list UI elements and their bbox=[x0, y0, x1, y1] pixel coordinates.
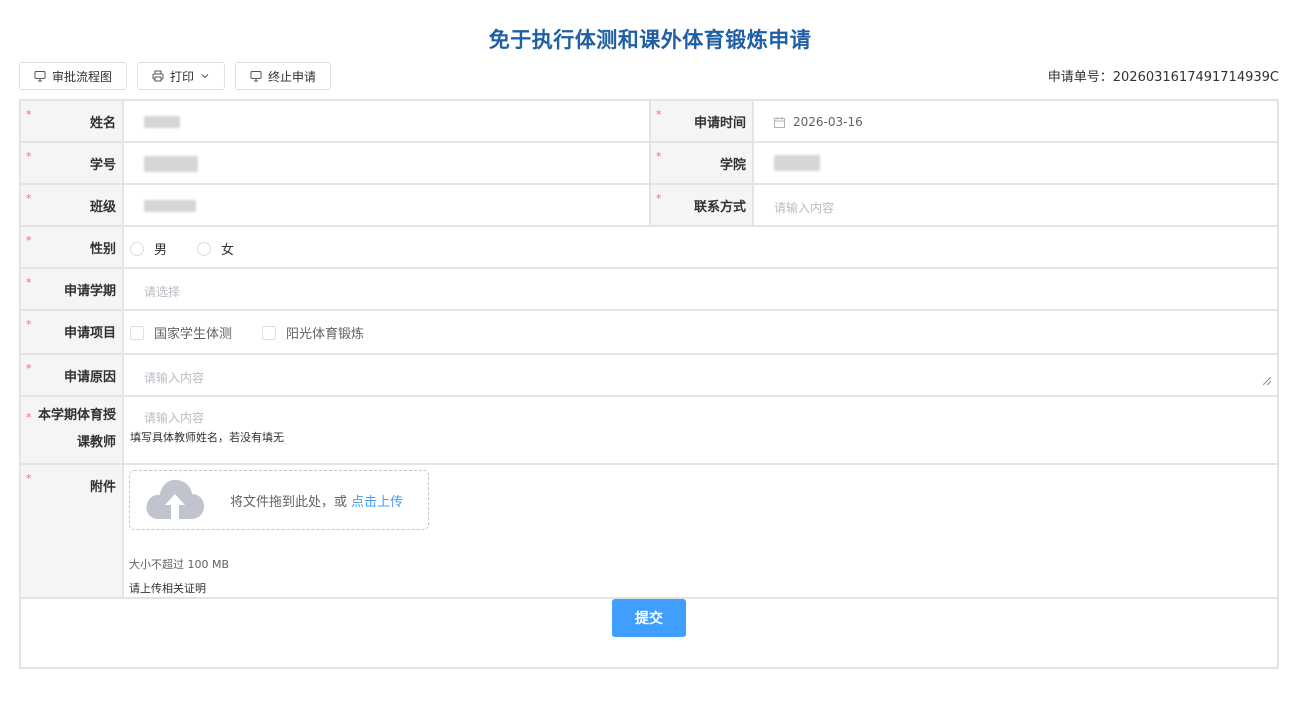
page-title: 免于执行体测和课外体育锻炼申请 bbox=[488, 28, 812, 52]
required-mark: * bbox=[26, 362, 32, 375]
date-picker[interactable]: 2026-03-16 bbox=[774, 115, 1277, 129]
required-mark: * bbox=[656, 150, 662, 163]
required-mark: * bbox=[656, 108, 662, 121]
upload-link[interactable]: 点击上传 bbox=[351, 495, 403, 510]
terminate-label: 终止申请 bbox=[268, 69, 317, 84]
submit-button[interactable]: 提交 bbox=[612, 599, 686, 637]
required-mark: * bbox=[656, 192, 662, 205]
name-label: 姓名 bbox=[89, 116, 116, 131]
printer-icon bbox=[152, 70, 164, 82]
name-value-redacted bbox=[144, 116, 180, 128]
terminate-button[interactable]: 终止申请 bbox=[235, 62, 332, 90]
teacher-input[interactable]: 请输入内容 bbox=[144, 409, 204, 426]
chevron-down-icon bbox=[200, 71, 210, 81]
class-label: 班级 bbox=[89, 200, 116, 215]
approval-flow-label: 审批流程图 bbox=[52, 69, 113, 84]
teacher-label-line1: 本学期体育授 bbox=[37, 408, 116, 423]
reason-label: 申请原因 bbox=[63, 370, 116, 385]
project-fitness-test-label[interactable]: 国家学生体测 bbox=[154, 323, 232, 342]
required-mark: * bbox=[26, 108, 32, 121]
project-fitness-test-checkbox[interactable] bbox=[130, 325, 144, 340]
gender-female-radio[interactable] bbox=[197, 241, 212, 256]
semester-label: 申请学期 bbox=[63, 284, 116, 299]
contact-input[interactable]: 请输入内容 bbox=[774, 199, 834, 216]
approval-flow-button[interactable]: 审批流程图 bbox=[19, 62, 128, 90]
required-mark: * bbox=[26, 411, 32, 424]
gender-male-radio[interactable] bbox=[130, 241, 144, 256]
college-label: 学院 bbox=[719, 158, 746, 173]
reason-placeholder: 请输入内容 bbox=[144, 371, 205, 385]
application-form: * 姓名 * 申请时间 2026-03-16 * 学号 * 学院 * 班级 * 联系方式 bbox=[19, 99, 1279, 669]
resize-handle-icon[interactable] bbox=[1262, 374, 1272, 389]
student-id-value-redacted bbox=[144, 156, 198, 172]
print-label: 打印 bbox=[170, 69, 195, 84]
monitor-icon bbox=[34, 70, 46, 82]
attach-label: 附件 bbox=[89, 480, 116, 495]
form-page: 免于执行体测和课外体育锻炼申请 审批流程图 打印 终止申请 申请单号：20260… bbox=[0, 0, 1300, 726]
time-label: 申请时间 bbox=[693, 116, 746, 131]
gender-male-label[interactable]: 男 bbox=[154, 239, 167, 258]
teacher-label-line2: 课教师 bbox=[76, 435, 116, 450]
toolbar: 审批流程图 打印 终止申请 bbox=[19, 62, 332, 90]
semester-select[interactable]: 请选择 bbox=[144, 283, 180, 300]
calendar-icon bbox=[774, 116, 785, 128]
college-value-redacted bbox=[774, 155, 820, 171]
upload-text: 将文件拖到此处，或 bbox=[230, 494, 352, 510]
cloud-upload-icon bbox=[145, 475, 205, 525]
monitor-icon bbox=[250, 70, 262, 82]
required-mark: * bbox=[26, 192, 32, 205]
required-mark: * bbox=[26, 276, 32, 289]
required-mark: * bbox=[26, 472, 32, 485]
project-label: 申请项目 bbox=[63, 326, 116, 341]
contact-label: 联系方式 bbox=[693, 200, 746, 215]
proof-hint: 请上传相关证明 bbox=[129, 582, 206, 595]
gender-female-label[interactable]: 女 bbox=[221, 239, 234, 258]
submit-row: 提交 bbox=[19, 597, 1279, 669]
required-mark: * bbox=[26, 234, 32, 247]
project-sunshine-sports-checkbox[interactable] bbox=[262, 325, 277, 340]
teacher-hint: 填写具体教师姓名，若没有填无 bbox=[130, 431, 284, 444]
class-value-redacted bbox=[144, 200, 196, 212]
date-value: 2026-03-16 bbox=[793, 115, 863, 129]
size-hint: 大小不超过 100 MB bbox=[129, 558, 230, 571]
application-number: 申请单号：2026031617491714939C bbox=[1047, 70, 1279, 85]
student-id-label: 学号 bbox=[89, 158, 116, 173]
required-mark: * bbox=[26, 150, 32, 163]
upload-dropzone[interactable]: 将文件拖到此处，或 点击上传 bbox=[129, 470, 429, 530]
gender-label: 性别 bbox=[89, 242, 116, 257]
print-button[interactable]: 打印 bbox=[137, 62, 226, 90]
project-sunshine-sports-label[interactable]: 阳光体育锻炼 bbox=[286, 323, 364, 342]
reason-textarea[interactable]: 请输入内容 bbox=[122, 353, 1279, 397]
required-mark: * bbox=[26, 318, 32, 331]
